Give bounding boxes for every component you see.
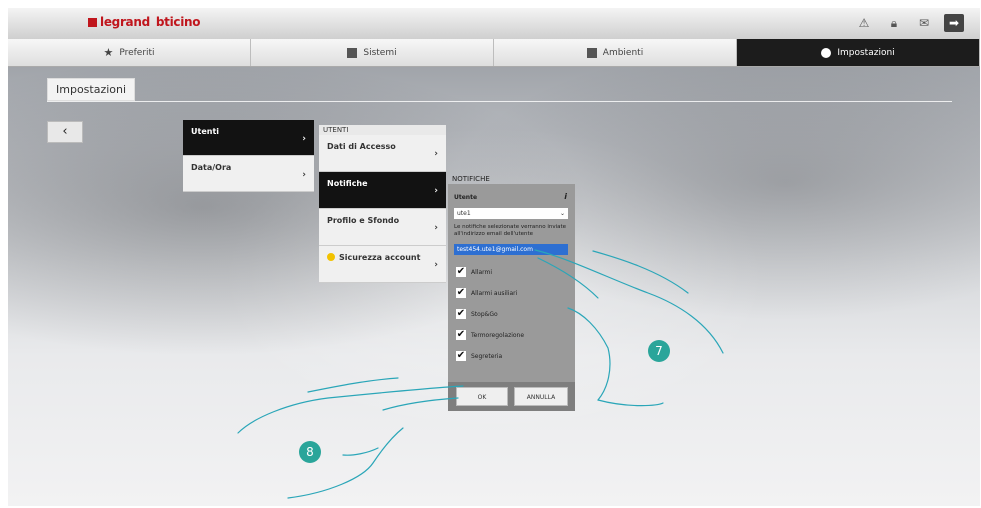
- gesture-hands-illustration: [237, 249, 724, 499]
- callout-badge-7: 7: [648, 340, 670, 362]
- callout-badge-8: 8: [299, 441, 321, 463]
- app-window: legrand bticino ⚠ 🔒︎ ✉ ➡ ★ Preferiti Sist…: [8, 8, 980, 506]
